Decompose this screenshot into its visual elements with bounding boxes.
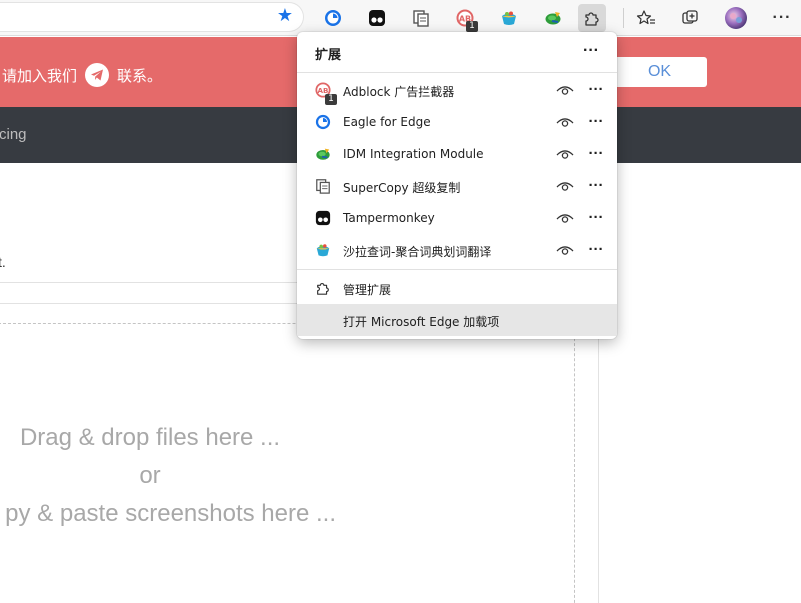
extension-name: Eagle for Edge — [343, 115, 431, 129]
open-edge-addons-item[interactable]: 打开 Microsoft Edge 加载项 — [297, 304, 617, 336]
open-edge-addons-label: 打开 Microsoft Edge 加载项 — [343, 315, 500, 329]
adblock-count-badge: 1 — [325, 94, 337, 105]
shaladict-toolbar-button[interactable] — [495, 4, 523, 32]
extension-more-button[interactable]: ··· — [585, 80, 607, 100]
puzzle-icon — [317, 282, 329, 295]
manage-extensions-label: 管理扩展 — [343, 283, 392, 297]
extension-name: SuperCopy 超级复制 — [343, 181, 461, 195]
eye-icon[interactable] — [556, 179, 574, 193]
adblock-count-badge: 1 — [466, 21, 478, 32]
eye-icon[interactable] — [556, 115, 574, 129]
extension-name: IDM Integration Module — [343, 147, 484, 161]
supercopy-toolbar-button[interactable] — [407, 4, 435, 32]
address-bar[interactable] — [0, 2, 304, 32]
puzzle-icon — [585, 12, 599, 26]
extension-item-eagle[interactable]: Eagle for Edge ··· — [297, 106, 617, 138]
manage-extensions-item[interactable]: 管理扩展 — [297, 272, 617, 304]
favorites-star-list-icon — [636, 10, 655, 25]
shaladict-icon — [502, 11, 516, 25]
favorites-button[interactable] — [632, 4, 660, 32]
idm-icon — [316, 148, 330, 160]
eye-icon[interactable] — [556, 243, 574, 257]
extension-more-button[interactable]: ··· — [585, 112, 607, 132]
favorite-star-icon[interactable]: ★ — [275, 6, 295, 26]
toolbar-divider — [623, 8, 624, 28]
extensions-menu: 扩展 ··· AB 1 Adblock 广告拦截器 ··· Eagle for … — [297, 32, 617, 339]
banner-text-before: 请加入我们 — [2, 66, 78, 85]
extensions-menu-more-button[interactable]: ··· — [579, 41, 603, 61]
extension-more-button[interactable]: ··· — [585, 240, 607, 260]
collections-icon — [682, 10, 698, 24]
dropzone-line-2: or — [139, 462, 161, 489]
ok-button[interactable]: OK — [612, 57, 707, 87]
settings-more-button[interactable]: ··· — [768, 4, 796, 32]
dropzone-line-3: py & paste screenshots here ... — [5, 500, 336, 527]
banner-message: 请加入我们 联系。 — [2, 63, 162, 87]
collections-button[interactable] — [676, 4, 704, 32]
extension-item-adblock[interactable]: AB 1 Adblock 广告拦截器 ··· — [297, 74, 617, 106]
menu-divider — [297, 269, 617, 270]
tampermonkey-icon — [315, 210, 331, 226]
more-dots-icon: ··· — [772, 9, 792, 26]
extension-more-button[interactable]: ··· — [585, 144, 607, 164]
menu-divider — [297, 72, 617, 73]
eye-icon[interactable] — [556, 147, 574, 161]
supercopy-icon — [413, 10, 429, 27]
extension-name: 沙拉查词-聚合词典划词翻译 — [343, 245, 492, 259]
telegram-icon[interactable] — [85, 63, 110, 87]
eagle-icon — [325, 10, 341, 26]
extension-item-supercopy[interactable]: SuperCopy 超级复制 ··· — [297, 170, 617, 202]
extension-more-button[interactable]: ··· — [585, 176, 607, 196]
supercopy-icon — [316, 179, 330, 194]
extension-name: Tampermonkey — [343, 211, 435, 225]
idm-toolbar-button[interactable] — [539, 4, 567, 32]
extension-item-shaladict[interactable]: 沙拉查词-聚合词典划词翻译 ··· — [297, 234, 617, 266]
eagle-toolbar-button[interactable] — [319, 4, 347, 32]
profile-button[interactable] — [722, 4, 750, 32]
extension-item-idm[interactable]: IDM Integration Module ··· — [297, 138, 617, 170]
tampermonkey-toolbar-button[interactable] — [363, 4, 391, 32]
content-fragment: t. — [0, 254, 6, 270]
extensions-menu-title: 扩展 — [315, 48, 342, 63]
extension-more-button[interactable]: ··· — [585, 208, 607, 228]
extension-item-tampermonkey[interactable]: Tampermonkey ··· — [297, 202, 617, 234]
avatar — [725, 7, 747, 29]
extensions-toolbar-button[interactable] — [578, 4, 606, 32]
tampermonkey-icon — [369, 10, 385, 26]
nav-link-pricing[interactable]: cing — [0, 126, 27, 143]
idm-icon — [545, 12, 561, 25]
shaladict-icon — [316, 244, 330, 257]
eye-icon[interactable] — [556, 211, 574, 225]
banner-text-after: 联系。 — [117, 66, 163, 85]
dropzone-line-1: Drag & drop files here ... — [19, 424, 281, 451]
browser-toolbar: ★ AB 1 ··· — [0, 0, 801, 36]
eagle-icon — [315, 114, 331, 130]
file-dropzone[interactable]: Drag & drop files here ... or py & paste… — [0, 323, 575, 603]
extension-name: Adblock 广告拦截器 — [343, 85, 455, 99]
adblock-toolbar-button[interactable]: AB 1 — [451, 4, 479, 32]
eye-icon[interactable] — [556, 83, 574, 97]
